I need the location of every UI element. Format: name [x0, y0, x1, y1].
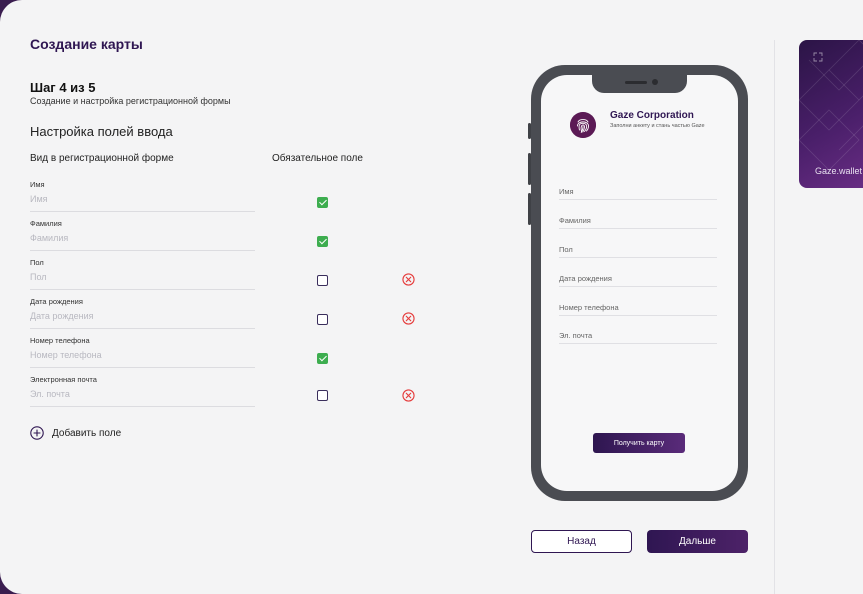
required-checkbox-phone[interactable]: [317, 353, 328, 364]
preview-field-label: Номер телефона: [559, 303, 619, 312]
field-placeholder[interactable]: Эл. почта: [30, 389, 70, 399]
field-placeholder[interactable]: Номер телефона: [30, 350, 102, 360]
preview-field-underline: [559, 257, 717, 258]
preview-field-underline: [559, 315, 717, 316]
main-panel: Создание карты Шаг 4 из 5 Создание и нас…: [0, 0, 863, 594]
field-underline: [30, 328, 255, 329]
preview-field-label: Эл. почта: [559, 331, 593, 340]
field-underline: [30, 406, 255, 407]
form-field-birthdate: Дата рождения Дата рождения: [30, 297, 255, 329]
phone-side-button: [528, 123, 531, 139]
fingerprint-logo-icon: [570, 112, 596, 138]
preview-field: Дата рождения: [559, 274, 717, 287]
company-slogan: Заполни анкету и стань частью Gaze: [610, 123, 705, 129]
form-field-phone: Номер телефона Номер телефона: [30, 336, 255, 368]
phone-side-button: [528, 193, 531, 225]
preview-field: Номер телефона: [559, 303, 717, 316]
required-checkbox-name[interactable]: [317, 197, 328, 208]
field-label: Имя: [30, 180, 45, 189]
add-field-label: Добавить поле: [52, 427, 122, 439]
field-label: Фамилия: [30, 219, 62, 228]
column-header-required: Обязательное поле: [272, 153, 363, 164]
back-button[interactable]: Назад: [531, 530, 632, 553]
field-underline: [30, 211, 255, 212]
get-card-button[interactable]: Получить карту: [593, 433, 685, 453]
step-subtitle: Создание и настройка регистрационной фор…: [30, 96, 231, 106]
required-checkbox-birthdate[interactable]: [317, 314, 328, 325]
field-label: Электронная почта: [30, 375, 97, 384]
speaker-grill: [625, 81, 647, 84]
vertical-divider: [774, 40, 775, 594]
preview-field: Имя: [559, 187, 717, 200]
field-underline: [30, 250, 255, 251]
front-camera: [652, 79, 658, 85]
field-label: Дата рождения: [30, 297, 83, 306]
preview-field: Пол: [559, 245, 717, 258]
field-underline: [30, 289, 255, 290]
phone-screen: Gaze Corporation Заполни анкету и стань …: [541, 75, 738, 491]
preview-field-underline: [559, 343, 717, 344]
column-header-view: Вид в регистрационной форме: [30, 153, 174, 164]
phone-notch: [592, 75, 687, 93]
card-name: Gaze.wallet: [815, 166, 863, 176]
field-placeholder[interactable]: Пол: [30, 272, 47, 282]
required-checkbox-gender[interactable]: [317, 275, 328, 286]
plus-circle-icon: [30, 426, 44, 440]
phone-side-button: [528, 153, 531, 185]
preview-field-underline: [559, 286, 717, 287]
required-checkbox-surname[interactable]: [317, 236, 328, 247]
delete-field-icon[interactable]: [402, 273, 415, 286]
phone-preview: Gaze Corporation Заполни анкету и стань …: [528, 65, 748, 501]
preview-field-label: Дата рождения: [559, 274, 612, 283]
add-field-button[interactable]: Добавить поле: [30, 425, 121, 441]
preview-field-label: Фамилия: [559, 216, 591, 225]
form-field-name: Имя Имя: [30, 180, 255, 212]
company-name: Gaze Corporation: [610, 110, 694, 121]
form-field-gender: Пол Пол: [30, 258, 255, 290]
preview-field: Фамилия: [559, 216, 717, 229]
expand-icon[interactable]: [813, 52, 823, 62]
delete-field-icon[interactable]: [402, 312, 415, 325]
delete-field-icon[interactable]: [402, 389, 415, 402]
card-thumbnail[interactable]: Gaze.wallet: [799, 40, 863, 188]
preview-field-label: Пол: [559, 245, 573, 254]
required-checkbox-email[interactable]: [317, 390, 328, 401]
form-field-surname: Фамилия Фамилия: [30, 219, 255, 251]
preview-field-label: Имя: [559, 187, 574, 196]
next-button[interactable]: Дальше: [647, 530, 748, 553]
page-title: Создание карты: [30, 36, 143, 52]
preview-field-underline: [559, 199, 717, 200]
field-label: Номер телефона: [30, 336, 90, 345]
field-placeholder[interactable]: Имя: [30, 194, 48, 204]
field-placeholder[interactable]: Фамилия: [30, 233, 68, 243]
field-underline: [30, 367, 255, 368]
section-title: Настройка полей ввода: [30, 124, 173, 139]
form-field-email: Электронная почта Эл. почта: [30, 375, 255, 407]
preview-field: Эл. почта: [559, 331, 717, 344]
preview-field-underline: [559, 228, 717, 229]
step-title: Шаг 4 из 5: [30, 80, 96, 95]
field-label: Пол: [30, 258, 44, 267]
field-placeholder[interactable]: Дата рождения: [30, 311, 94, 321]
